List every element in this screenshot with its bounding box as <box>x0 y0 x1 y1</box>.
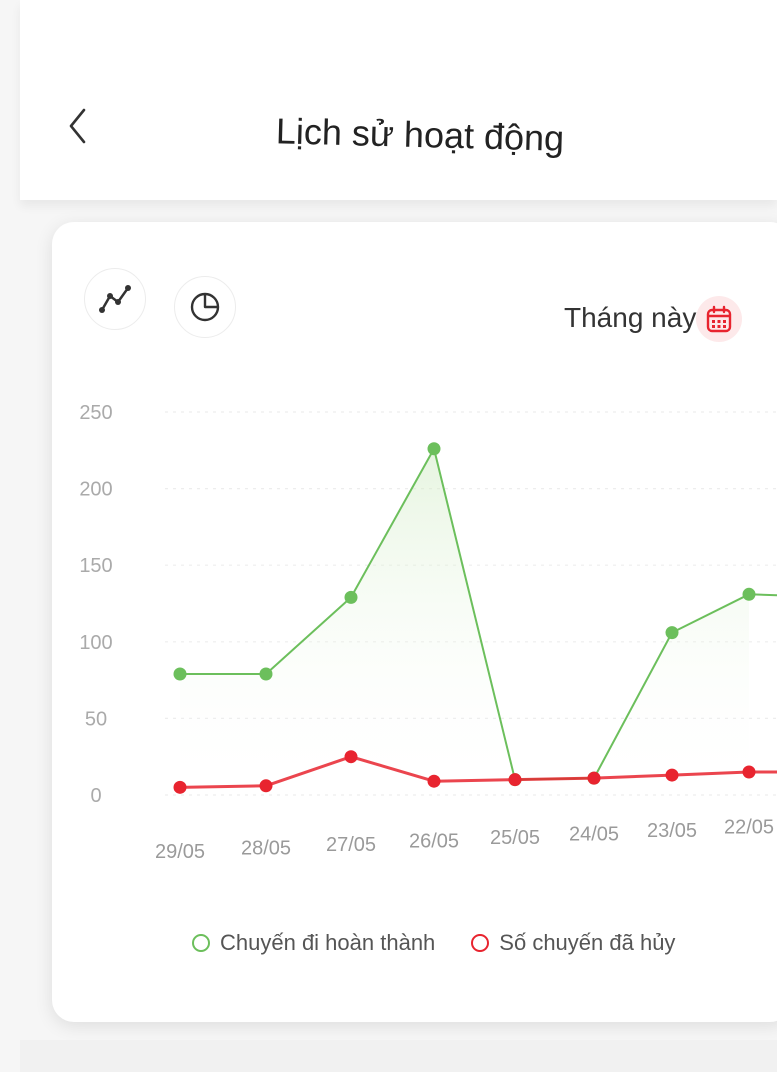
data-point-cancelled <box>508 773 522 787</box>
y-tick-label: 50 <box>85 708 107 730</box>
screen: Lịch sử hoạt động Tháng này 250 200 150 … <box>0 0 777 1072</box>
legend-label-cancelled: Số chuyến đã hủy <box>499 930 676 955</box>
x-tick-label: 25/05 <box>490 827 540 849</box>
legend-marker-cancelled <box>471 934 490 952</box>
data-point-completed <box>173 667 187 681</box>
data-point-cancelled <box>742 765 756 779</box>
y-tick-label: 100 <box>79 632 112 654</box>
bottom-area <box>20 1040 777 1072</box>
legend-item-cancelled[interactable]: Số chuyến đã hủy <box>471 930 675 956</box>
data-point-cancelled <box>259 779 273 793</box>
x-tick-label: 28/05 <box>241 838 291 860</box>
activity-chart-card: Tháng này 250 200 150 100 50 0 29/05 28/05 27/05… <box>52 222 777 1022</box>
data-point-cancelled <box>665 768 679 782</box>
series-area-completed <box>180 448 749 795</box>
y-tick-label: 200 <box>79 479 112 501</box>
activity-line-chart: 250 200 150 100 50 0 29/05 28/05 27/05 26/05 25/05… <box>79 402 777 863</box>
x-tick-label: 23/05 <box>647 820 697 842</box>
data-point-completed <box>665 626 679 640</box>
legend-label-completed: Chuyến đi hoàn thành <box>220 930 436 955</box>
x-tick-label: 26/05 <box>409 831 459 853</box>
data-point-completed <box>742 587 756 601</box>
data-point-cancelled <box>344 750 358 764</box>
data-point-completed <box>344 590 358 604</box>
y-tick-label: 150 <box>79 555 112 577</box>
data-point-cancelled <box>427 774 441 788</box>
chart-legend: Chuyến đi hoàn thành Số chuyến đã hủy <box>192 930 675 956</box>
x-tick-label: 24/05 <box>569 824 619 846</box>
legend-item-completed[interactable]: Chuyến đi hoàn thành <box>192 930 435 956</box>
data-point-cancelled <box>587 771 601 785</box>
legend-marker-completed <box>192 934 210 952</box>
y-tick-label: 250 <box>79 402 112 424</box>
x-tick-label: 29/05 <box>155 841 205 863</box>
y-tick-label: 0 <box>90 785 101 807</box>
data-point-completed <box>427 442 441 456</box>
data-point-cancelled <box>173 780 187 794</box>
data-point-completed <box>259 667 273 681</box>
x-tick-label: 22/05 <box>724 817 774 839</box>
x-tick-label: 27/05 <box>326 834 376 856</box>
